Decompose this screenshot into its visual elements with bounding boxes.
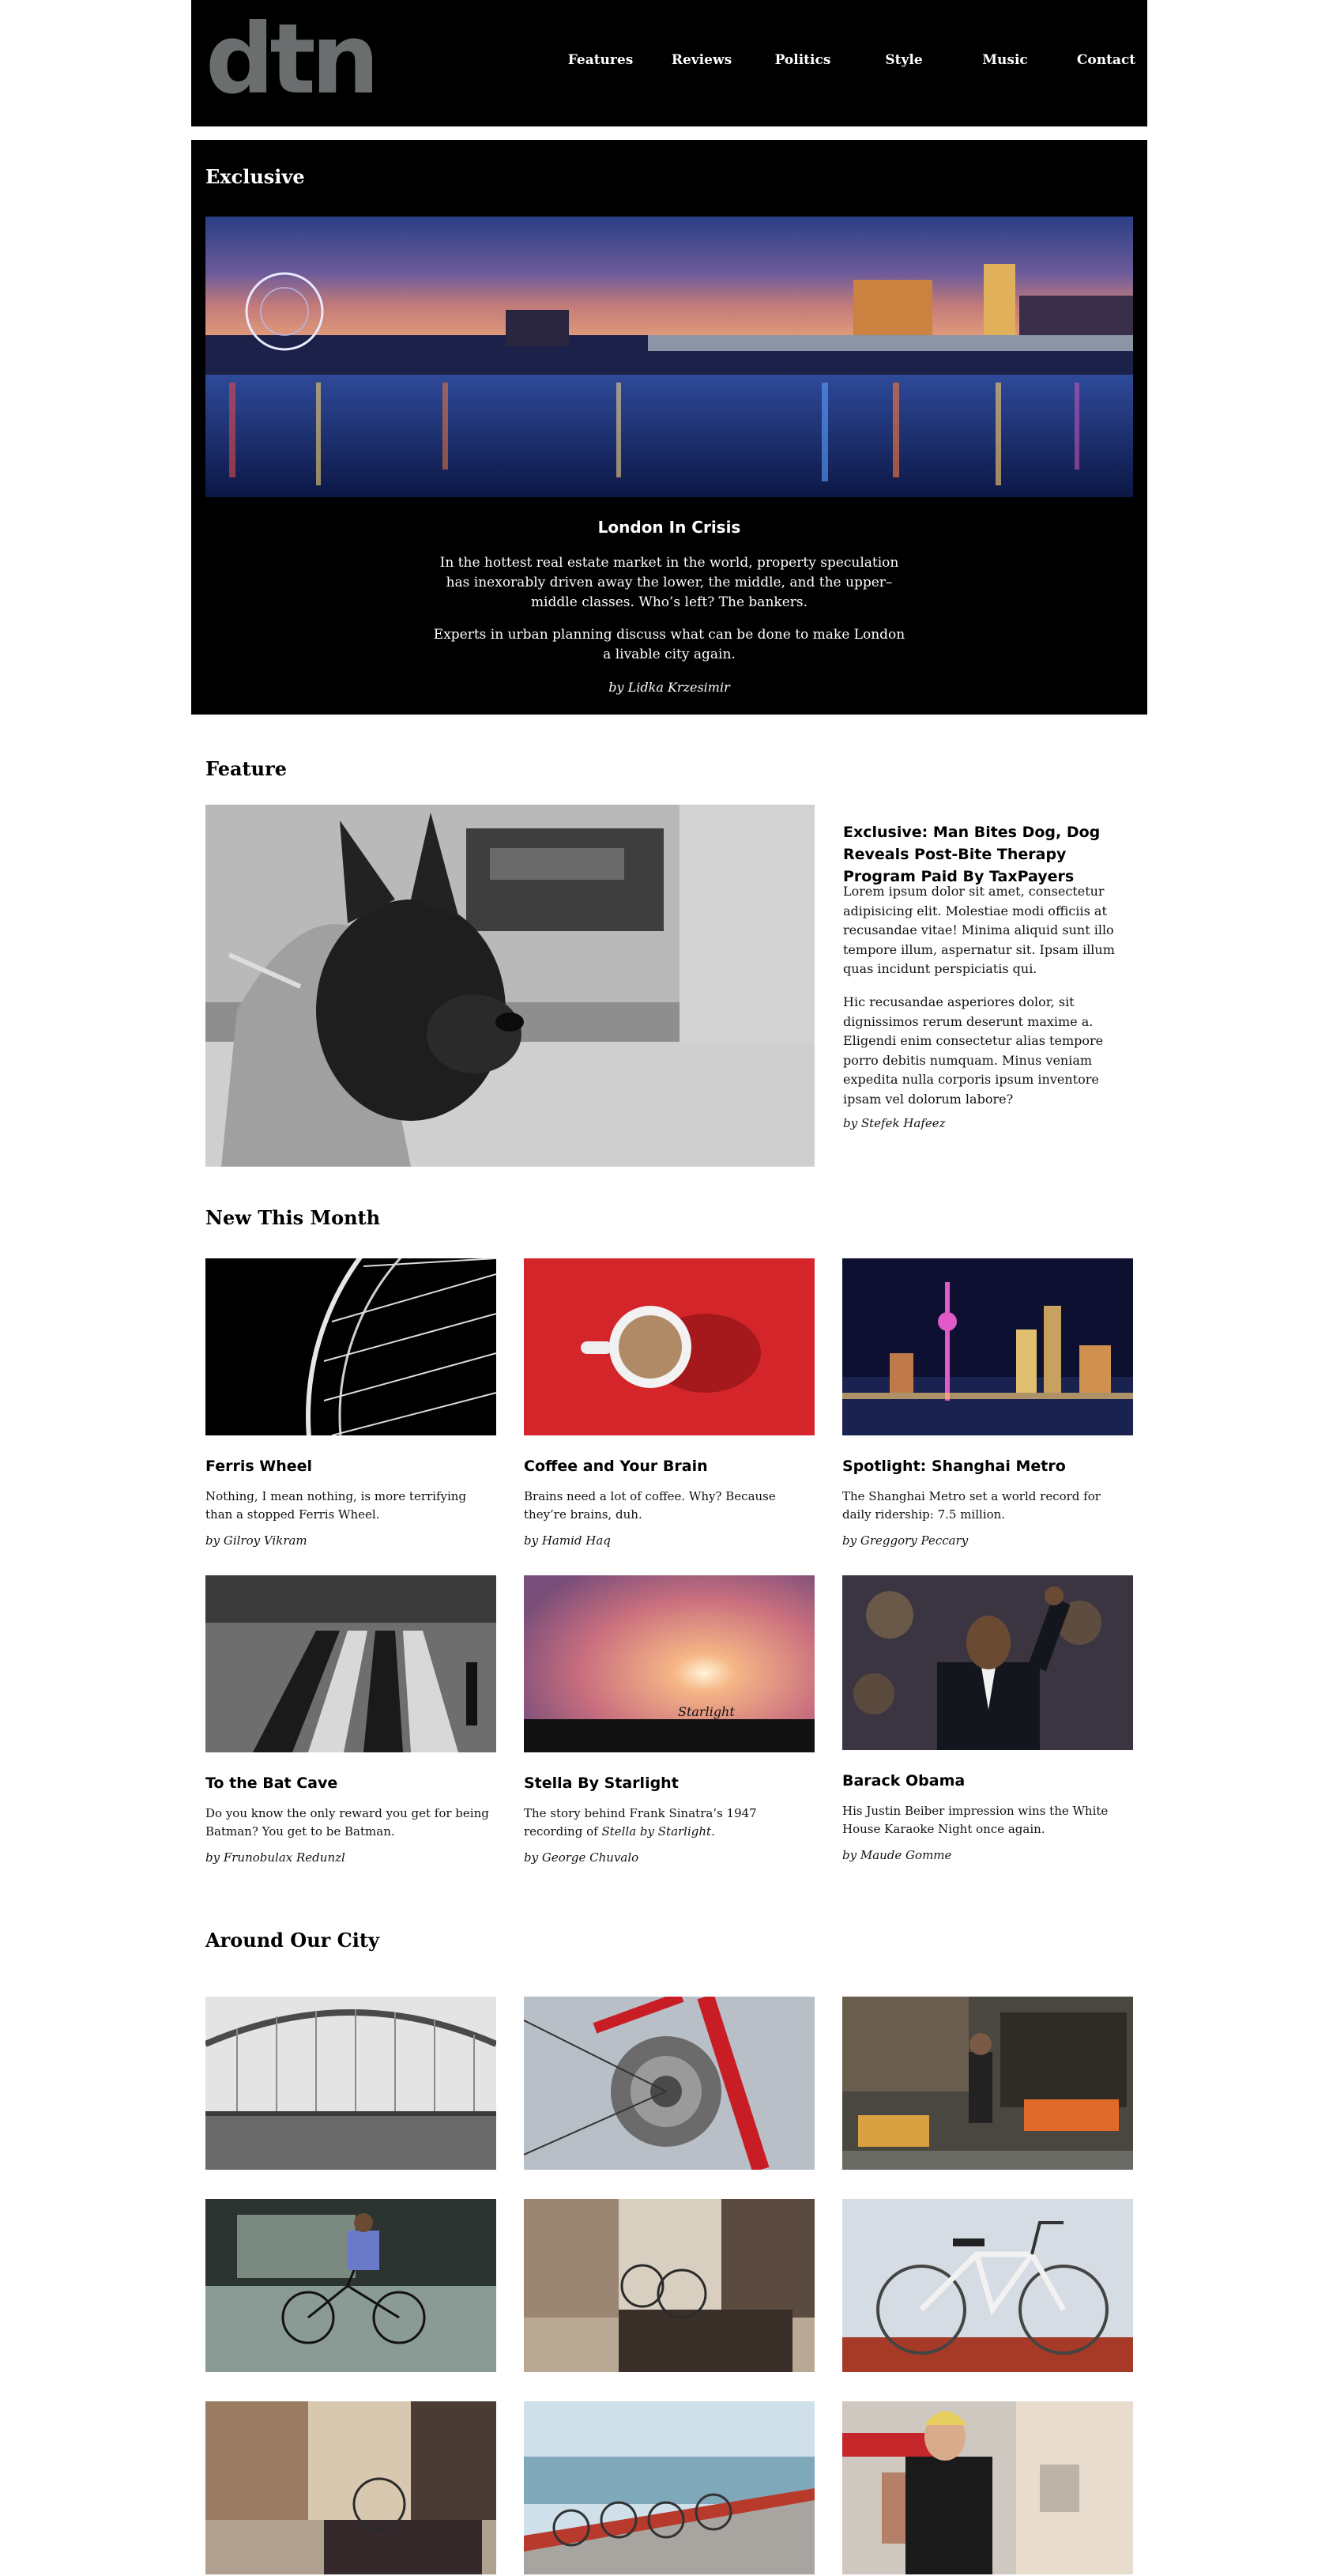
feature-paragraph: Lorem ipsum dolor sit amet, consectetur … bbox=[843, 884, 1115, 976]
french-bulldog-image[interactable] bbox=[205, 805, 815, 1167]
card-title[interactable]: Ferris Wheel bbox=[205, 1458, 496, 1475]
bike-gears-image[interactable] bbox=[524, 1997, 815, 2170]
around-our-city-section: Around Our City bbox=[191, 1897, 1147, 2576]
pier-bicycles-image[interactable] bbox=[524, 2401, 815, 2574]
bridge-image[interactable] bbox=[205, 1997, 496, 2170]
card-byline: by George Chuvalo bbox=[524, 1850, 639, 1865]
cyclist-image[interactable] bbox=[205, 2199, 496, 2372]
card-text: The story behind Frank Sinatra’s 1947 re… bbox=[524, 1806, 757, 1839]
starlight-sign-text: Starlight bbox=[678, 1704, 735, 1719]
article-title[interactable]: London In Crisis bbox=[191, 518, 1147, 537]
nav-reviews[interactable]: Reviews bbox=[651, 52, 752, 68]
tattooed-woman-image[interactable] bbox=[842, 2401, 1133, 2574]
street-bicycles-image[interactable] bbox=[524, 2199, 815, 2372]
card-byline: by Gilroy Vikram bbox=[205, 1533, 307, 1548]
card-byline: by Maude Gomme bbox=[842, 1848, 952, 1862]
article-paragraph: Experts in urban planning discuss what c… bbox=[433, 627, 905, 662]
card-text: The Shanghai Metro set a world record fo… bbox=[842, 1489, 1101, 1522]
feature-byline: by Stefek Hafeez bbox=[843, 1116, 946, 1130]
new-this-month-section: New This Month Ferris Wheel Nothing, I m… bbox=[191, 1186, 1147, 1881]
article-card[interactable]: Ferris Wheel Nothing, I mean nothing, is… bbox=[205, 1258, 496, 1548]
article-byline: by Lidka Krzesimir bbox=[608, 680, 730, 695]
nav-music[interactable]: Music bbox=[954, 52, 1056, 68]
card-title[interactable]: Barack Obama bbox=[842, 1772, 1133, 1790]
site-logo[interactable]: dtn bbox=[205, 8, 380, 111]
nav-politics[interactable]: Politics bbox=[752, 52, 853, 68]
card-byline: by Greggory Peccary bbox=[842, 1533, 969, 1548]
card-title[interactable]: Spotlight: Shanghai Metro bbox=[842, 1458, 1133, 1475]
site-header: dtn Features Reviews Politics Style Musi… bbox=[191, 0, 1147, 126]
card-byline: by Hamid Haq bbox=[524, 1533, 611, 1548]
section-heading: Feature bbox=[205, 757, 287, 780]
card-title[interactable]: Stella By Starlight bbox=[524, 1775, 815, 1792]
card-title[interactable]: To the Bat Cave bbox=[205, 1775, 496, 1792]
escalators-image[interactable] bbox=[205, 1575, 496, 1752]
article-card[interactable]: Barack Obama His Justin Beiber impressio… bbox=[842, 1575, 1133, 1862]
article-paragraph: In the hottest real estate market in the… bbox=[439, 555, 899, 610]
article-card[interactable]: Spotlight: Shanghai Metro The Shanghai M… bbox=[842, 1258, 1133, 1548]
alley-bicycles-image[interactable] bbox=[205, 2401, 496, 2574]
card-text: Brains need a lot of coffee. Why? Becaus… bbox=[524, 1489, 776, 1522]
city-night-panorama-image[interactable] bbox=[205, 217, 1133, 497]
song-title: Stella by Starlight. bbox=[601, 1824, 715, 1839]
coffee-cup-image[interactable] bbox=[524, 1258, 815, 1435]
nav-features[interactable]: Features bbox=[550, 52, 651, 68]
section-heading: Exclusive bbox=[205, 165, 305, 188]
ferris-wheel-image[interactable] bbox=[205, 1258, 496, 1435]
card-text: Do you know the only reward you get for … bbox=[205, 1806, 489, 1839]
section-heading: New This Month bbox=[205, 1206, 381, 1229]
article-card[interactable]: Starlight Stella By Starlight The story … bbox=[524, 1575, 815, 1865]
barack-obama-image[interactable] bbox=[842, 1575, 1133, 1750]
card-text: His Justin Beiber impression wins the Wh… bbox=[842, 1804, 1109, 1836]
feature-title[interactable]: Exclusive: Man Bites Dog, Dog Reveals Po… bbox=[843, 821, 1143, 888]
shanghai-skyline-image[interactable] bbox=[842, 1258, 1133, 1435]
card-byline: by Frunobulax Redunzl bbox=[205, 1850, 345, 1865]
exclusive-section: Exclusive London In Crisis In the hottes… bbox=[191, 140, 1147, 715]
sunset-image[interactable]: Starlight bbox=[524, 1575, 815, 1752]
section-heading: Around Our City bbox=[205, 1929, 379, 1952]
article-card[interactable]: To the Bat Cave Do you know the only rew… bbox=[205, 1575, 496, 1865]
card-text: Nothing, I mean nothing, is more terrify… bbox=[205, 1489, 467, 1522]
feature-section: Feature Exclusive: Man Bites Dog, Dog Re… bbox=[191, 743, 1147, 1186]
card-title[interactable]: Coffee and Your Brain bbox=[524, 1458, 815, 1475]
white-bicycle-image[interactable] bbox=[842, 2199, 1133, 2372]
article-card[interactable]: Coffee and Your Brain Brains need a lot … bbox=[524, 1258, 815, 1548]
street-vendor-image[interactable] bbox=[842, 1997, 1133, 2170]
main-nav: Features Reviews Politics Style Music Co… bbox=[550, 52, 1147, 76]
feature-paragraph: Hic recusandae asperiores dolor, sit dig… bbox=[843, 994, 1104, 1107]
nav-contact[interactable]: Contact bbox=[1056, 52, 1157, 68]
nav-style[interactable]: Style bbox=[853, 52, 954, 68]
